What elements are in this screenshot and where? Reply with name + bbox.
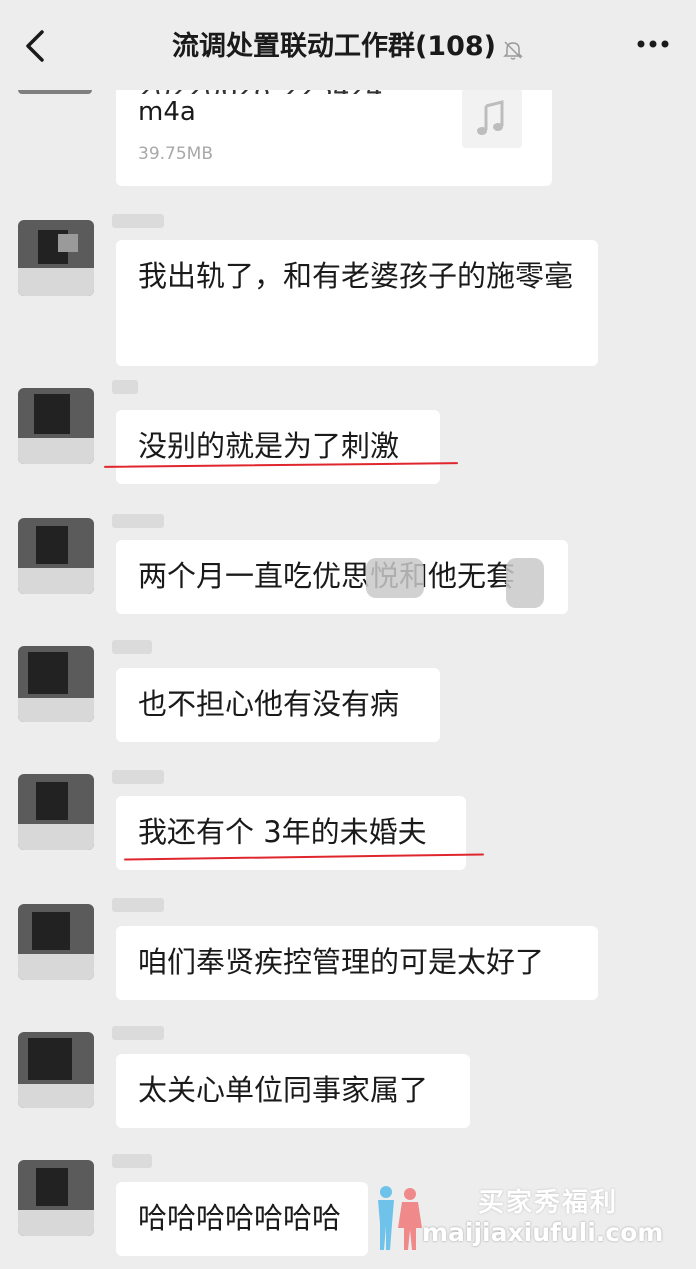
more-dots-icon (637, 40, 669, 48)
avatar[interactable] (18, 1160, 94, 1236)
avatar[interactable] (18, 518, 94, 594)
sender-name (112, 898, 164, 912)
sender-name (112, 770, 164, 784)
message-bubble[interactable]: 没别的就是为了刺激 (116, 410, 440, 484)
avatar[interactable] (18, 1032, 94, 1108)
sender-name (112, 214, 164, 228)
bell-off-icon (502, 37, 524, 60)
message-bubble[interactable]: 我出轨了，和有老婆孩子的施零毫 (116, 240, 598, 366)
sender-name (112, 1154, 152, 1168)
sender-name (112, 640, 152, 654)
sender-name (112, 1026, 164, 1040)
watermark: 买家秀福利 maijiaxiufuli.com (372, 1180, 682, 1260)
avatar[interactable] (18, 220, 94, 296)
sender-name (112, 380, 138, 394)
message-bubble[interactable]: 太关心单位同事家属了 (116, 1054, 470, 1128)
message-bubble[interactable]: 两个月一直吃优思悦和他无套 (116, 540, 568, 614)
censor-mosaic (506, 558, 544, 608)
chat-title: 流调处置联动工作群(108) (0, 24, 696, 63)
more-button[interactable] (636, 36, 670, 52)
avatar[interactable] (18, 388, 94, 464)
avatar[interactable] (18, 646, 94, 722)
message-bubble[interactable]: 哈哈哈哈哈哈哈 (116, 1182, 368, 1256)
avatar[interactable] (18, 904, 94, 980)
message-bubble[interactable]: 咱们奉贤疾控管理的可是太好了 (116, 926, 598, 1000)
chat-message-list[interactable]: 20220628_223424. m4a 39.75MB 我出轨了，和有老婆孩子… (0, 0, 696, 1269)
censor-mosaic (366, 558, 424, 598)
music-note-icon (462, 88, 522, 148)
message-bubble[interactable]: 也不担心他有没有病 (116, 668, 440, 742)
avatar[interactable] (18, 774, 94, 850)
sender-name (112, 514, 164, 528)
chat-header: 流调处置联动工作群(108) (0, 0, 696, 90)
file-size: 39.75MB (138, 144, 213, 164)
